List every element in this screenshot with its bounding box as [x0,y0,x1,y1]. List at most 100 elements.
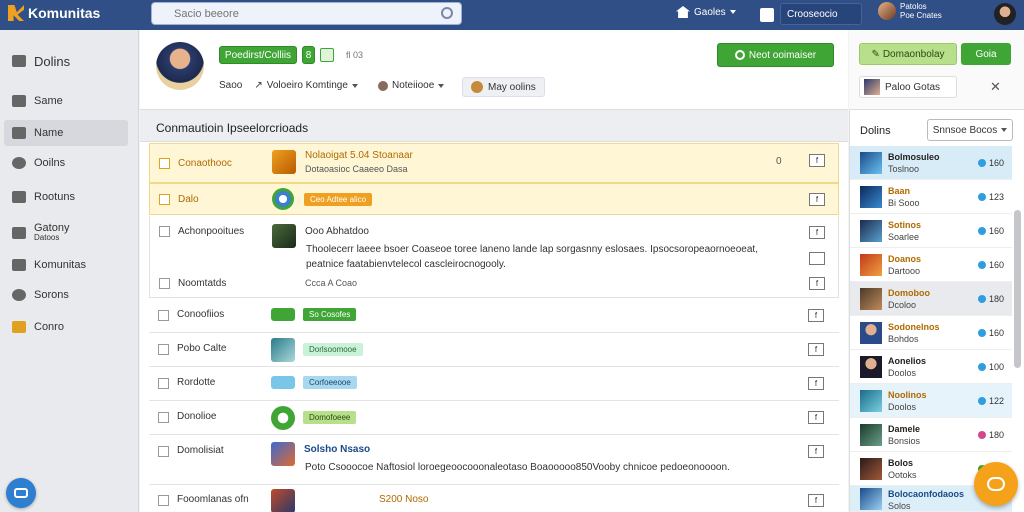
meta-count: fl 03 [346,50,364,60]
table-row[interactable]: Noomtatds Ccca A Coao f [149,270,839,298]
sidebar-item-label: Sorons [34,289,69,301]
table-row[interactable]: Conoofiios So Cosofes f [149,299,839,333]
item-count: 160 [978,328,1004,338]
row-action[interactable]: f [809,154,825,167]
check-icon[interactable] [320,48,334,62]
table-row[interactable]: Donolioe Domofoeee f [149,401,839,435]
new-action-button[interactable]: Neot ooimaiser [717,43,834,67]
my-chip[interactable]: May oolins [462,77,545,97]
sidebar-item-dolins[interactable]: Dolins [4,48,128,74]
list-item[interactable]: Domoboo Dcoloo 180 [850,282,1012,316]
table-row[interactable]: Conaothooc Nolaoigat 5.04 Stoanaar Dotao… [149,143,839,183]
row-title[interactable]: Nolaoigat 5.04 Stoanaar [305,150,413,161]
row-title[interactable]: S200 Noso [379,494,428,505]
row-action[interactable]: f [808,309,824,322]
row-checkbox[interactable] [159,194,170,205]
sidebar-item-gatony[interactable]: Gatony Datoos [4,220,128,246]
item-count: 180 [978,430,1004,440]
meta-row-2[interactable]: Noteiiooe [378,80,445,91]
row-action[interactable]: f [809,226,825,239]
chat-button[interactable] [6,478,36,508]
table-row[interactable]: Rordotte Corfoeeooe f [149,367,839,401]
row-checkbox[interactable] [158,412,169,423]
list-item[interactable]: Baan Bi Sooo 123 [850,180,1012,214]
item-text: Sotinos Soarlee [888,219,921,243]
status-dot-icon [978,431,986,439]
meta-b[interactable]: Voloeiro Komtinge [267,80,348,91]
row-tag: Corfoeeooe [303,376,357,389]
sidebar-item-name[interactable]: Name [4,120,128,146]
user-avatar[interactable] [994,3,1016,25]
row-title[interactable]: Solsho Nsaso [304,444,370,455]
search-input[interactable] [152,3,422,24]
item-title: Bolmosuleo [888,152,940,162]
row-checkbox[interactable] [158,344,169,355]
sidebar-item-ooilns[interactable]: Ooilns [4,150,128,176]
join-button[interactable]: Goia [961,43,1011,65]
row-action[interactable]: f [808,494,824,507]
row-label: Fooomlanas ofn [177,494,249,505]
item-text: Damele Bonsios [888,423,920,447]
list-item[interactable]: Sodonelnos Bohdos 160 [850,316,1012,350]
table-row[interactable]: Pobo Calte Dorlsoomooe f [149,333,839,367]
header-box[interactable]: Crooseocio [780,3,862,25]
search-icon[interactable] [441,7,453,19]
list-item[interactable]: Doanos Dartooo 160 [850,248,1012,282]
row-checkbox[interactable] [159,278,170,289]
item-count-value: 160 [989,226,1005,236]
table-row[interactable]: Fooomlanas ofn S200 Noso f [149,485,839,512]
row-action[interactable]: f [809,193,825,206]
item-count: 160 [978,158,1004,168]
row-subtitle: Ccca A Coao [305,278,358,288]
right-header-panel: ✎ Domaonbolay Goia Paloo Gotas ✕ [849,30,1024,110]
table-row[interactable]: Dalo Ceo Adtee alico f [149,183,839,215]
list-item[interactable]: Aonelios Doolos 100 [850,350,1012,384]
follow-button[interactable]: ✎ Domaonbolay [859,43,957,65]
right-list-title: Dolins [860,125,891,137]
count-button[interactable]: 8 [302,46,315,64]
sidebar-item-conro[interactable]: Conro [4,314,128,340]
row-checkbox[interactable] [159,158,170,169]
help-chat-button[interactable] [974,462,1018,506]
primary-button[interactable]: Poedirst/Colliis [219,46,297,64]
row-action[interactable]: f [808,445,824,458]
list-item[interactable]: Damele Bonsios 180 [850,418,1012,452]
list-item[interactable]: Noolinos Doolos 122 [850,384,1012,418]
sidebar-item-komunitas[interactable]: Komunitas [4,252,128,278]
right-scrollbar[interactable] [1014,210,1021,368]
brand[interactable]: Komunitas [8,5,100,21]
row-action[interactable]: f [808,377,824,390]
table-row[interactable]: Domolisiat Solsho Nsaso Poto Csooocoe Na… [149,435,839,485]
sidebar-item-rootuns[interactable]: Rootuns [4,184,128,210]
row-checkbox[interactable] [158,310,169,321]
row-action[interactable]: f [808,343,824,356]
row-checkbox[interactable] [159,226,170,237]
close-icon[interactable]: ✕ [990,79,1001,95]
row-action[interactable]: f [809,277,825,290]
sidebar-item-label: Ooilns [34,157,66,169]
sort-select[interactable]: Snnsoe Bocos [927,119,1013,141]
row-thumbnail [272,150,296,174]
grid-icon[interactable] [809,252,825,265]
row-action[interactable]: f [808,411,824,424]
chip-label: May oolins [488,81,536,93]
list-item[interactable]: Bolmosuleo Toslnoo 160 [850,146,1012,180]
row-checkbox[interactable] [158,495,169,506]
sidebar-item-label: Rootuns [34,191,75,203]
sidebar-item-sorons[interactable]: Sorons [4,282,128,308]
meta-a[interactable]: Saoo [219,80,242,91]
status-dot-icon [978,227,986,235]
person-chip[interactable]: Paloo Gotas [859,76,957,98]
item-text: Baan Bi Sooo [888,185,920,209]
row-title[interactable]: Ooo Abhatdoo [305,226,369,237]
row-checkbox[interactable] [158,446,169,457]
list-item[interactable]: Sotinos Soarlee 160 [850,214,1012,248]
app-icon[interactable] [760,8,774,22]
chevron-down-icon [438,83,445,88]
item-thumbnail [860,152,882,174]
row-checkbox[interactable] [158,378,169,389]
notification-area[interactable]: Patolos Poe Cnates [878,2,942,20]
sidebar-item-same[interactable]: Same [4,88,128,114]
home-link[interactable]: Gaoles [676,6,736,18]
search-box[interactable] [151,2,462,25]
